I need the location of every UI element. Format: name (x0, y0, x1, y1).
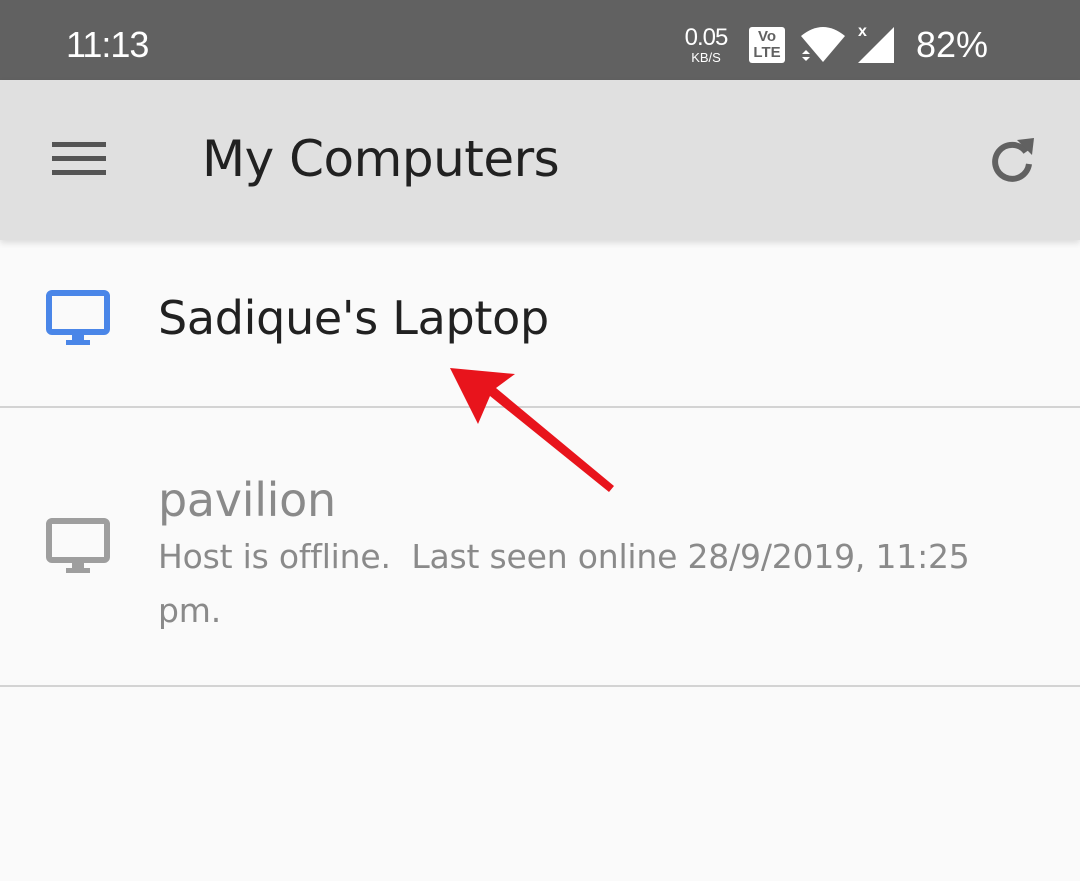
hamburger-menu-icon[interactable] (52, 140, 106, 178)
computer-item-pavilion[interactable]: pavilion Host is offline. Last seen onli… (0, 410, 1080, 686)
volte-icon: Vo LTE (749, 27, 785, 63)
computer-status: Host is offline. Last seen online 28/9/2… (158, 537, 980, 630)
computer-name: pavilion (158, 473, 336, 527)
status-bar: 11:13 0.05 KB/S Vo LTE x 82% (0, 0, 1080, 80)
list-divider (0, 406, 1080, 408)
list-divider (0, 685, 1080, 687)
monitor-icon (46, 518, 110, 573)
network-speed: 0.05 KB/S (680, 24, 732, 65)
network-speed-value: 0.05 (684, 24, 729, 51)
refresh-icon[interactable] (984, 134, 1040, 186)
computer-item-sadiques-laptop[interactable]: Sadique's Laptop (0, 240, 1080, 408)
wifi-icon (801, 27, 845, 62)
volte-icon-top: Vo (757, 28, 777, 45)
svg-text:x: x (858, 23, 867, 40)
status-time: 11:13 (66, 24, 149, 65)
monitor-icon (46, 290, 110, 345)
cellular-signal-icon: x (858, 23, 894, 63)
battery-percentage: 82% (916, 24, 989, 65)
page-title: My Computers (202, 130, 560, 188)
network-speed-unit: KB/S (691, 50, 721, 65)
volte-icon-bottom: LTE (753, 44, 781, 61)
computer-name: Sadique's Laptop (158, 291, 549, 345)
